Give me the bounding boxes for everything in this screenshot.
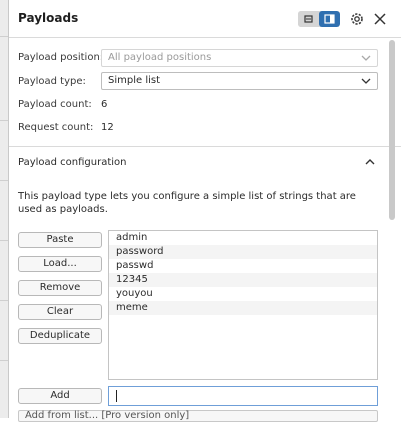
list-item[interactable]: password bbox=[109, 245, 377, 259]
text-caret bbox=[116, 390, 117, 402]
payload-list[interactable]: admin password passwd 12345 youyou meme bbox=[108, 230, 378, 380]
payload-type-label: Payload type: bbox=[18, 76, 86, 87]
payload-configuration-title: Payload configuration bbox=[18, 157, 127, 168]
close-icon bbox=[374, 13, 386, 25]
payloads-panel: Payloads Payload position: All payload p… bbox=[9, 0, 401, 422]
request-count-value: 12 bbox=[101, 122, 114, 133]
collapse-section-button[interactable] bbox=[365, 157, 375, 167]
payload-position-value: All payload positions bbox=[108, 52, 212, 63]
strip-divider bbox=[0, 240, 8, 241]
payload-count-value: 6 bbox=[101, 99, 108, 110]
chevron-up-icon bbox=[365, 159, 375, 165]
section-divider bbox=[9, 146, 401, 147]
add-payload-input[interactable] bbox=[108, 386, 378, 406]
load-button[interactable]: Load... bbox=[18, 256, 102, 272]
panel-header: Payloads bbox=[9, 0, 401, 38]
strip-divider bbox=[0, 120, 8, 121]
add-button[interactable]: Add bbox=[18, 388, 102, 404]
payload-position-select: All payload positions bbox=[101, 49, 378, 67]
split-layout-icon bbox=[324, 14, 335, 24]
payload-count-label: Payload count: bbox=[18, 99, 92, 110]
chevron-down-icon bbox=[361, 78, 371, 84]
strip-divider bbox=[0, 180, 8, 181]
split-layout-button[interactable] bbox=[319, 11, 340, 27]
list-item[interactable]: youyou bbox=[109, 287, 377, 301]
vertical-scrollbar[interactable] bbox=[389, 40, 395, 416]
list-item[interactable]: admin bbox=[109, 231, 377, 245]
strip-divider bbox=[0, 300, 8, 301]
list-item[interactable]: 12345 bbox=[109, 273, 377, 287]
scrollbar-thumb[interactable] bbox=[389, 40, 395, 220]
close-button[interactable] bbox=[372, 11, 388, 27]
list-item[interactable]: passwd bbox=[109, 259, 377, 273]
strip-divider bbox=[0, 360, 8, 361]
left-panel-strip bbox=[0, 0, 9, 418]
settings-button[interactable] bbox=[349, 11, 365, 27]
list-layout-icon bbox=[304, 15, 313, 23]
list-layout-button[interactable] bbox=[298, 11, 319, 27]
chevron-down-icon bbox=[361, 55, 371, 61]
clear-button[interactable]: Clear bbox=[18, 304, 102, 320]
gear-icon bbox=[351, 13, 363, 25]
list-item[interactable]: meme bbox=[109, 301, 377, 315]
add-from-list-select[interactable]: Add from list... [Pro version only] bbox=[18, 410, 378, 422]
remove-button[interactable]: Remove bbox=[18, 280, 102, 296]
payload-position-label: Payload position: bbox=[18, 52, 104, 63]
deduplicate-button[interactable]: Deduplicate bbox=[18, 328, 102, 344]
request-count-label: Request count: bbox=[18, 122, 94, 133]
panel-title: Payloads bbox=[18, 11, 79, 25]
strip-divider bbox=[0, 36, 8, 37]
layout-toggle[interactable] bbox=[298, 11, 340, 27]
paste-button[interactable]: Paste bbox=[18, 232, 102, 248]
payload-type-select[interactable]: Simple list bbox=[101, 72, 378, 90]
payload-configuration-description: This payload type lets you configure a s… bbox=[18, 191, 356, 215]
payload-type-value: Simple list bbox=[108, 75, 161, 86]
